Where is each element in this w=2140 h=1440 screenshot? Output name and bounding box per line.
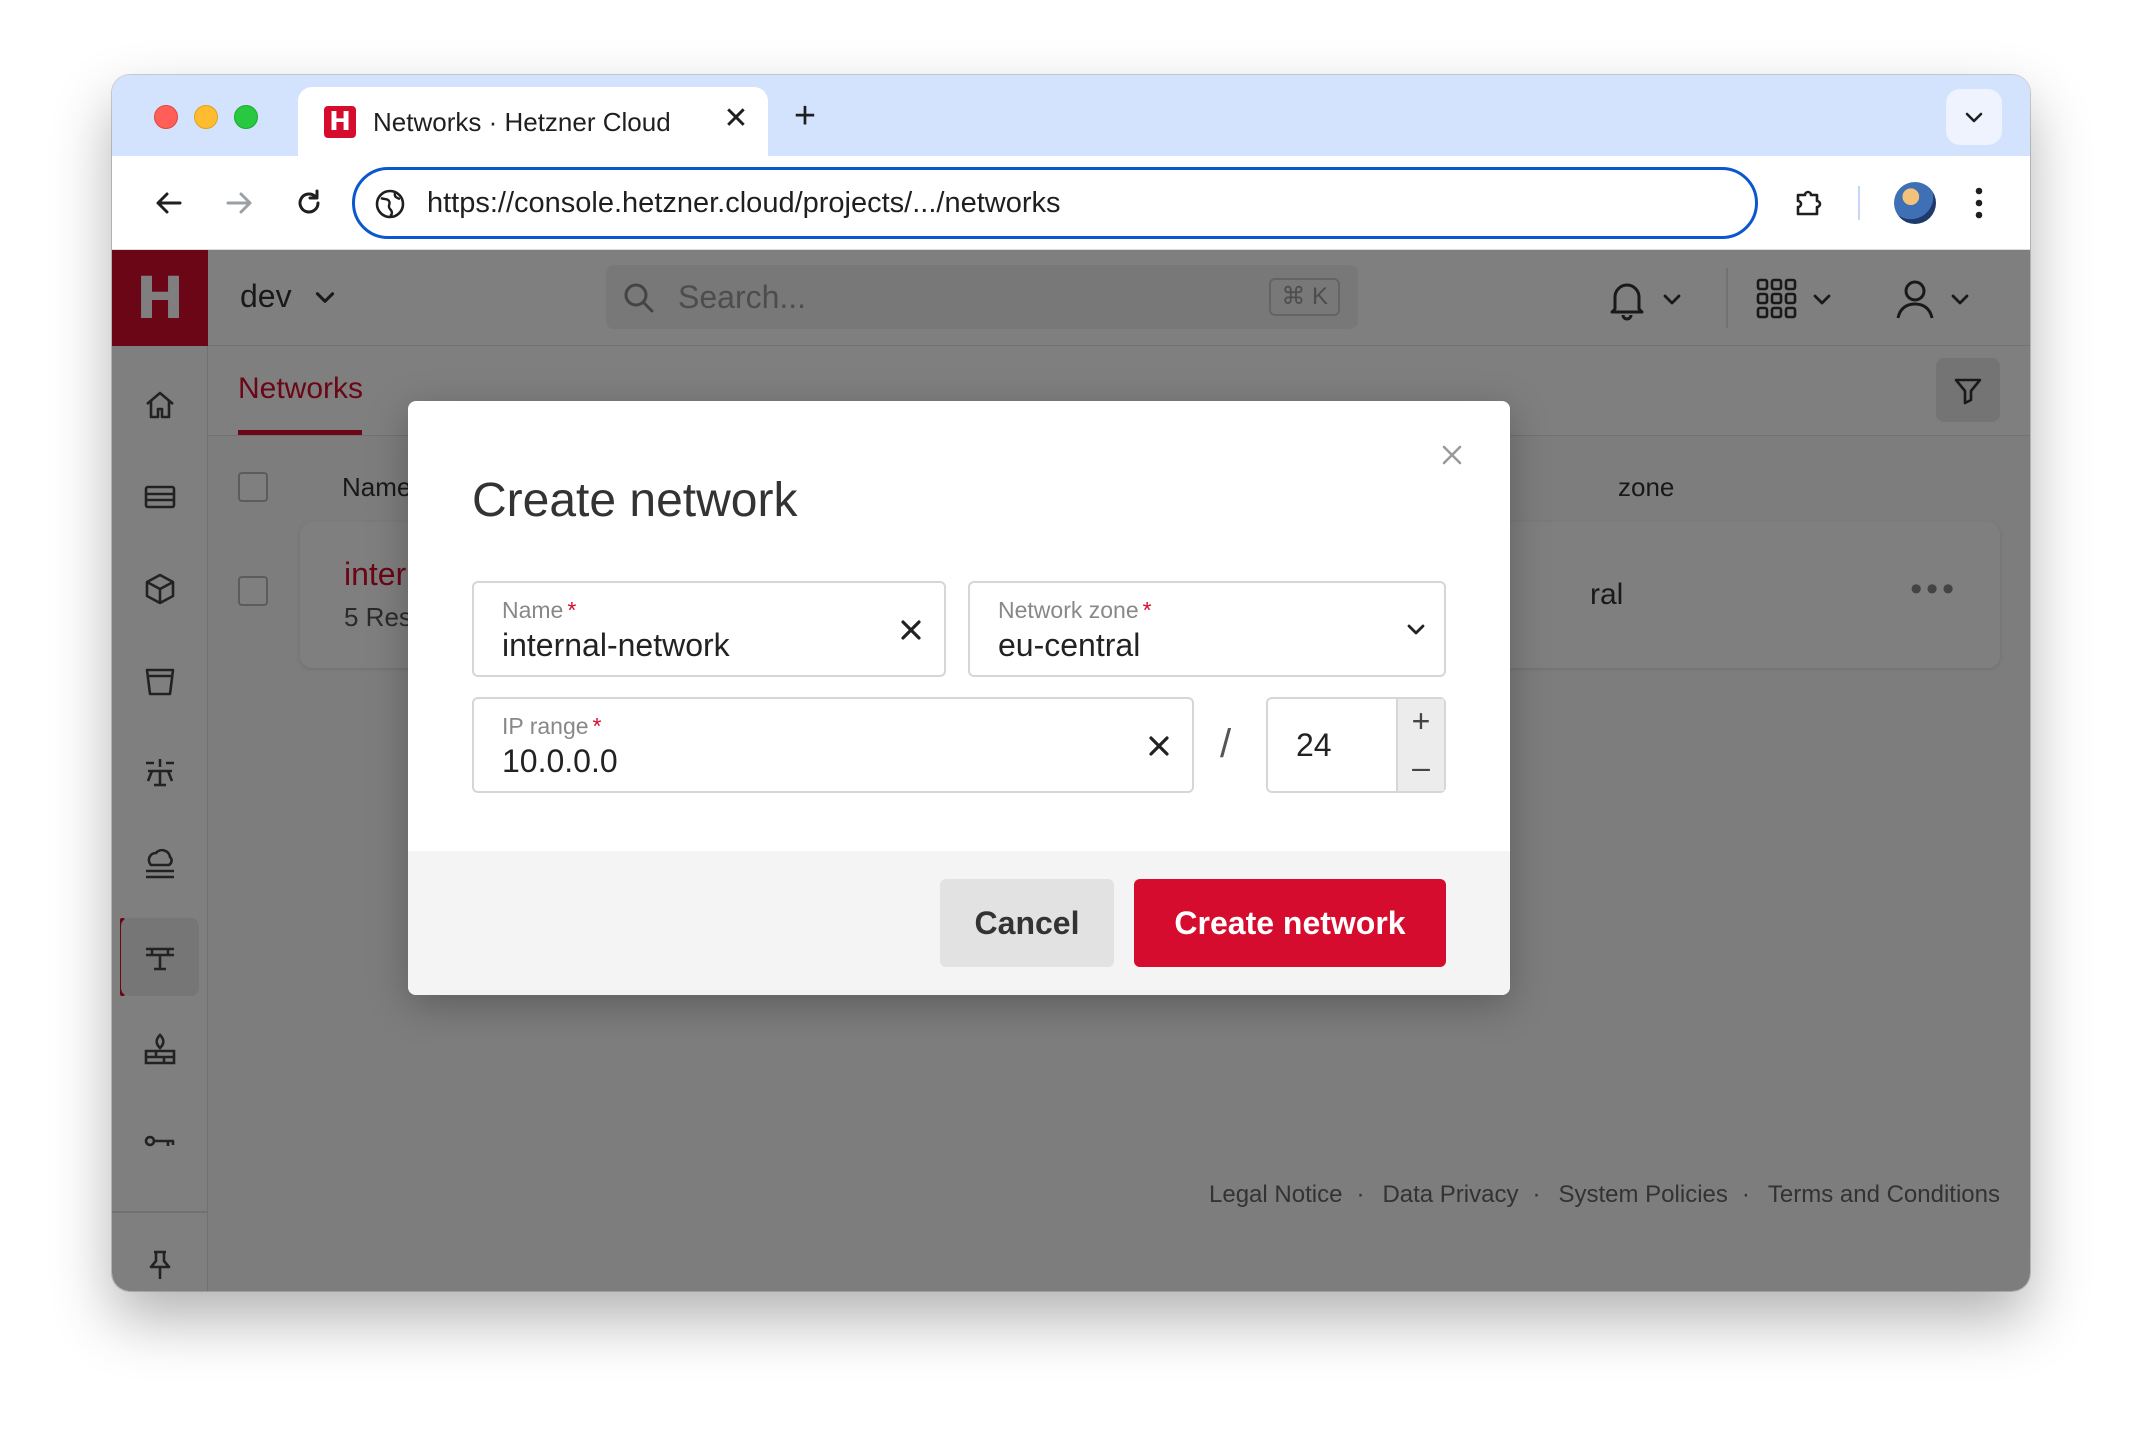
name-label-text: Name xyxy=(502,597,564,623)
clear-name-button[interactable] xyxy=(894,613,928,647)
create-network-dialog: Create network Name * internal-network Ne… xyxy=(408,401,1510,995)
dialog-close-button[interactable] xyxy=(1434,437,1470,473)
clear-ip-button[interactable] xyxy=(1142,729,1176,763)
required-marker: * xyxy=(567,597,577,623)
tab-title: Networks · Hetzner Cloud xyxy=(373,107,671,137)
cancel-button[interactable]: Cancel xyxy=(940,879,1114,967)
arrow-left-icon xyxy=(156,192,182,214)
ip-range-field[interactable]: IP range * 10.0.0.0 xyxy=(472,697,1194,793)
window-close-button[interactable] xyxy=(154,105,178,129)
chevron-down-icon xyxy=(1965,112,1983,123)
increment-button[interactable]: + xyxy=(1398,699,1444,745)
puzzle-piece-icon xyxy=(1796,190,1822,216)
address-bar[interactable]: https://console.hetzner.cloud/projects/.… xyxy=(352,167,1758,239)
cidr-slash: / xyxy=(1220,722,1232,766)
new-tab-button[interactable]: + xyxy=(782,93,828,139)
extensions-button[interactable] xyxy=(1784,178,1834,228)
browser-menu-button[interactable] xyxy=(1954,178,2004,228)
clear-icon xyxy=(901,620,921,640)
zone-field-label: Network zone * xyxy=(998,597,1152,624)
hetzner-favicon-icon: H xyxy=(324,106,356,138)
create-network-button[interactable]: Create network xyxy=(1134,879,1446,967)
close-icon xyxy=(1442,445,1462,465)
chevron-down-icon xyxy=(1407,624,1425,635)
zone-selected-value[interactable]: eu-central xyxy=(998,627,1140,664)
site-info-icon[interactable] xyxy=(373,187,407,221)
arrow-right-icon xyxy=(226,192,252,214)
dialog-title: Create network xyxy=(472,474,798,527)
decrement-button[interactable]: – xyxy=(1398,745,1444,791)
name-field[interactable]: Name * internal-network xyxy=(472,581,946,677)
dialog-footer: Cancel Create network xyxy=(408,851,1510,995)
zone-label-text: Network zone xyxy=(998,597,1139,623)
clear-icon xyxy=(1149,736,1169,756)
window-minimize-button[interactable] xyxy=(194,105,218,129)
required-marker: * xyxy=(1142,597,1152,623)
ip-range-input[interactable]: 10.0.0.0 xyxy=(502,743,618,780)
name-input[interactable]: internal-network xyxy=(502,627,730,664)
reload-icon xyxy=(298,189,320,214)
required-marker: * xyxy=(592,713,602,739)
toolbar-divider xyxy=(1858,186,1860,220)
tab-search-button[interactable] xyxy=(1946,89,2002,145)
stepper-buttons: + – xyxy=(1396,699,1444,791)
forward-button[interactable] xyxy=(214,178,264,228)
network-zone-select[interactable]: Network zone * eu-central xyxy=(968,581,1446,677)
kebab-menu-icon xyxy=(1975,187,1983,219)
reload-button[interactable] xyxy=(284,178,334,228)
tab-strip: H Networks · Hetzner Cloud ✕ + xyxy=(112,75,2030,156)
cidr-prefix-stepper[interactable]: 24 + – xyxy=(1266,697,1446,793)
url-text[interactable]: https://console.hetzner.cloud/projects/.… xyxy=(427,187,1061,220)
name-field-label: Name * xyxy=(502,597,576,624)
ip-range-label: IP range * xyxy=(502,713,601,740)
back-button[interactable] xyxy=(144,178,194,228)
window-zoom-button[interactable] xyxy=(234,105,258,129)
browser-tab-active[interactable]: H Networks · Hetzner Cloud ✕ xyxy=(298,87,768,156)
browser-toolbar: https://console.hetzner.cloud/projects/.… xyxy=(112,156,2030,250)
profile-avatar[interactable] xyxy=(1894,182,1936,224)
ip-label-text: IP range xyxy=(502,713,589,739)
tab-close-icon[interactable]: ✕ xyxy=(718,101,754,137)
cidr-prefix-input[interactable]: 24 xyxy=(1296,727,1332,764)
